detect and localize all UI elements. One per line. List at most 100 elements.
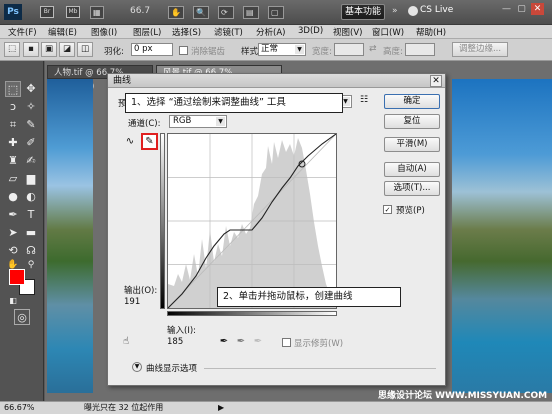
lasso-icon[interactable]: ↄ (5, 99, 21, 115)
hand-icon[interactable]: ✋ (168, 6, 184, 19)
zoom-icon[interactable]: 🔍 (193, 6, 209, 19)
style-select[interactable]: 正常 ▼ (258, 43, 306, 56)
preset-options-icon[interactable]: ☷ (360, 95, 368, 105)
minimize-icon[interactable]: — (500, 3, 513, 15)
auto-button[interactable]: 自动(A) (384, 162, 440, 177)
edit-points-curve-icon[interactable]: ∿ (123, 135, 137, 148)
feather-label: 羽化: (104, 47, 124, 57)
zoom-tool-icon[interactable]: ⚲ (23, 257, 39, 273)
antialias-label: 消除锯齿 (191, 47, 226, 57)
curve-display-options-label[interactable]: 曲线显示选项 (146, 362, 197, 374)
menu-filter[interactable]: 滤镜(T) (214, 26, 243, 38)
white-point-eyedropper-icon[interactable]: ✒ (252, 336, 264, 348)
menu-file[interactable]: 文件(F) (8, 26, 37, 38)
width-input[interactable] (334, 43, 364, 56)
selection-mode-subtract-icon[interactable]: ◪ (59, 42, 75, 57)
shape-icon[interactable]: ▬ (23, 225, 39, 241)
show-clipping-checkbox[interactable] (282, 338, 291, 347)
close-icon[interactable]: ✕ (531, 3, 544, 15)
cslive-icon (408, 6, 418, 16)
arrange-documents-icon[interactable]: ▤ (243, 6, 259, 19)
draw-curve-pencil-icon[interactable]: ✎ (141, 133, 158, 150)
expand-options-icon[interactable]: ▼ (132, 362, 142, 372)
tools-panel: ⬚ ✥ ↄ ✧ ⌗ ✎ ✚ ✐ ♜ ✍ ▱ ▆ ● ◐ ✒ T ➤ ▬ ⟲ ☊ … (0, 61, 44, 401)
menu-help[interactable]: 帮助(H) (416, 26, 446, 38)
dialog-close-icon[interactable]: ✕ (430, 75, 442, 87)
channel-value: RGB (173, 116, 192, 126)
quick-selection-icon[interactable]: ✧ (23, 99, 39, 115)
status-zoom[interactable]: 66.67% (4, 402, 35, 414)
reset-button[interactable]: 复位 (384, 114, 440, 129)
path-selection-icon[interactable]: ➤ (5, 225, 21, 241)
default-colors-icon[interactable]: ◧ (5, 293, 21, 309)
smooth-button[interactable]: 平滑(M) (384, 137, 440, 152)
selection-mode-intersect-icon[interactable]: ◫ (77, 42, 93, 57)
black-point-eyedropper-icon[interactable]: ✒ (218, 336, 230, 348)
menu-window[interactable]: 窗口(W) (372, 26, 404, 38)
workspace-more-icon[interactable]: » (392, 6, 398, 16)
foreground-color-swatch[interactable] (9, 269, 25, 285)
menu-select[interactable]: 选择(S) (172, 26, 201, 38)
gray-point-eyedropper-icon[interactable]: ✒ (235, 336, 247, 348)
screen-mode-icon[interactable]: ▢ (268, 6, 284, 19)
antialias-checkbox[interactable] (179, 46, 188, 55)
height-input[interactable] (405, 43, 435, 56)
selection-mode-add-icon[interactable]: ▣ (41, 42, 57, 57)
healing-brush-icon[interactable]: ✚ (5, 135, 21, 151)
workspace-button[interactable]: 基本功能 (341, 4, 385, 20)
watermark: 思缘设计论坛 WWW.MISSYUAN.COM (378, 391, 548, 401)
style-value: 正常 (261, 44, 279, 54)
callout-step-two: 2、单击并拖动鼠标，创建曲线 (217, 287, 401, 307)
quick-mask-icon[interactable]: ◎ (14, 309, 30, 325)
brush-icon[interactable]: ✐ (23, 135, 39, 151)
crop-icon[interactable]: ⌗ (5, 117, 21, 133)
output-gradient-bar (160, 133, 165, 309)
gradient-icon[interactable]: ▆ (23, 171, 39, 187)
zoom-level[interactable]: 66.7 (130, 6, 150, 16)
show-clipping-label: 显示修剪(W) (294, 339, 344, 349)
marquee-preset-icon[interactable]: ⬚ (4, 42, 20, 57)
landscape-image-right (452, 79, 552, 393)
maximize-icon[interactable]: ▢ (515, 3, 528, 15)
curves-graph[interactable] (167, 133, 337, 309)
history-brush-icon[interactable]: ✍ (23, 153, 39, 169)
channel-label: 通道(C): (128, 119, 161, 129)
landscape-image-left (47, 79, 93, 393)
rotate-view-icon[interactable]: ⟳ (218, 6, 234, 19)
output-value: 191 (124, 297, 141, 307)
menu-view[interactable]: 视图(V) (333, 26, 362, 38)
blur-icon[interactable]: ● (5, 189, 21, 205)
menu-analysis[interactable]: 分析(A) (256, 26, 285, 38)
chevron-down-icon: ▼ (216, 117, 225, 126)
menu-image[interactable]: 图像(I) (91, 26, 117, 38)
refine-edge-button[interactable]: 调整边缘... (452, 42, 508, 57)
height-label: 高度: (383, 47, 403, 57)
selection-mode-new-icon[interactable]: ▪ (23, 42, 39, 57)
clone-stamp-icon[interactable]: ♜ (5, 153, 21, 169)
guides-icon[interactable]: ▦ (90, 6, 104, 19)
options-divider (204, 368, 436, 369)
status-arrow-icon[interactable]: ▶ (218, 402, 224, 414)
mini-bridge-icon[interactable]: Mb (66, 6, 80, 18)
eraser-icon[interactable]: ▱ (5, 171, 21, 187)
dodge-icon[interactable]: ◐ (23, 189, 39, 205)
pen-icon[interactable]: ✒ (5, 207, 21, 223)
channel-select[interactable]: RGB ▼ (169, 115, 227, 128)
curves-graph-svg (167, 133, 337, 309)
menu-layer[interactable]: 图层(L) (133, 26, 161, 38)
feather-input[interactable]: 0 px (131, 43, 173, 56)
cslive-button[interactable]: CS Live (420, 5, 453, 15)
ok-button[interactable]: 确定 (384, 94, 440, 109)
menu-3d[interactable]: 3D(D) (298, 26, 323, 36)
menu-bar: 文件(F) 编辑(E) 图像(I) 图层(L) 选择(S) 滤镜(T) 分析(A… (0, 25, 552, 39)
bridge-icon[interactable]: Br (40, 6, 54, 18)
options-button[interactable]: 选项(T)... (384, 181, 440, 196)
rectangular-marquee-icon[interactable]: ⬚ (5, 81, 21, 97)
hand-adjust-icon[interactable]: ☝ (123, 336, 129, 347)
swap-icon[interactable]: ⇄ (369, 44, 377, 54)
eyedropper-tool-icon[interactable]: ✎ (23, 117, 39, 133)
move-icon[interactable]: ✥ (23, 81, 39, 97)
type-icon[interactable]: T (23, 207, 39, 223)
preview-checkbox[interactable]: ✓ (383, 205, 392, 214)
menu-edit[interactable]: 编辑(E) (48, 26, 77, 38)
